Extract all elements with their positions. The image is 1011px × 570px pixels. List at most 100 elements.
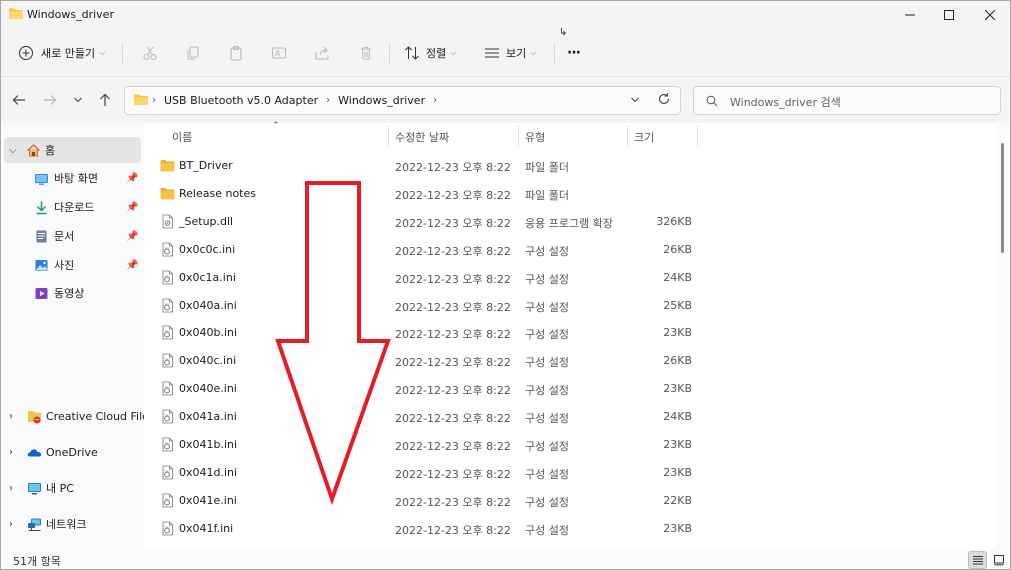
view-button[interactable]: 보기 ⌵ — [484, 41, 536, 65]
sidebar-item-videos[interactable]: 동영상 — [1, 280, 141, 306]
file-name: 0x040e.ini — [179, 382, 237, 396]
pin-icon[interactable]: 📌 — [126, 202, 138, 213]
share-button[interactable] — [314, 41, 330, 65]
chevron-right-icon[interactable]: › — [9, 447, 13, 458]
navigation-pane: ⌵ 홈 바탕 화면 📌 다운로드 📌 문서 📌 사진 📌 동영상 › Creat… — [1, 123, 155, 549]
pin-icon[interactable]: 📌 — [126, 231, 138, 242]
column-divider[interactable] — [627, 125, 628, 147]
pin-icon[interactable]: 📌 — [126, 173, 138, 184]
video-icon — [34, 286, 49, 301]
column-header-size[interactable]: 크기 — [634, 129, 654, 145]
file-name: 0x0c0c.ini — [179, 242, 236, 256]
file-row[interactable]: 0x041d.ini 2022-12-23 오후 8:22 구성 설정 23KB — [144, 459, 704, 487]
file-explorer-window: Windows_driver 새로 만들기 ⌵ A 정렬 ⌵ 보기 ⌵ ··· … — [0, 0, 1011, 570]
copy-button[interactable] — [185, 41, 201, 65]
breadcrumb-item[interactable]: Windows_driver — [338, 94, 425, 107]
forward-button[interactable] — [43, 93, 57, 111]
more-options-button[interactable]: ··· — [567, 41, 581, 65]
delete-button[interactable] — [358, 41, 374, 65]
sidebar-item-desktop[interactable]: 바탕 화면 📌 — [1, 165, 141, 191]
file-row[interactable]: 0x041a.ini 2022-12-23 오후 8:22 구성 설정 24KB — [144, 403, 704, 431]
file-row[interactable]: 0x041f.ini 2022-12-23 오후 8:22 구성 설정 23KB — [144, 515, 704, 543]
title-bar: Windows_driver — [1, 1, 1010, 29]
chevron-right-icon[interactable]: › — [9, 411, 13, 422]
folder-icon — [160, 158, 175, 173]
folder-icon — [134, 94, 148, 105]
file-row[interactable]: 0x041e.ini 2022-12-23 오후 8:22 구성 설정 22KB — [144, 487, 704, 515]
network-icon — [27, 517, 42, 532]
chevron-right-icon[interactable]: › — [9, 519, 13, 530]
file-name: 0x040a.ini — [179, 298, 237, 312]
vertical-scrollbar[interactable] — [996, 123, 1010, 549]
file-type: 구성 설정 — [525, 467, 569, 481]
creative-cloud-icon — [27, 409, 42, 424]
pin-icon[interactable]: 📌 — [126, 260, 138, 271]
mouse-cursor-icon: ↳ — [559, 27, 568, 38]
file-row[interactable]: 0x0c1a.ini 2022-12-23 오후 8:22 구성 설정 24KB — [144, 264, 704, 292]
search-box[interactable]: Windows_driver 검색 — [693, 86, 1001, 115]
minimize-button[interactable] — [888, 1, 932, 29]
recent-locations-button[interactable] — [72, 93, 84, 111]
file-type: 구성 설정 — [525, 412, 569, 426]
sidebar-item-pictures[interactable]: 사진 📌 — [1, 252, 141, 278]
sidebar-item-home[interactable]: ⌵ 홈 — [4, 137, 141, 163]
sort-button[interactable]: 정렬 ⌵ — [404, 41, 456, 65]
file-row[interactable]: 0x040b.ini 2022-12-23 오후 8:22 구성 설정 23KB — [144, 319, 704, 347]
file-size: 23KB — [663, 465, 692, 479]
up-button[interactable] — [98, 93, 112, 111]
ini-file-icon — [160, 298, 175, 313]
paste-button[interactable] — [228, 41, 244, 65]
file-date: 2022-12-23 오후 8:22 — [395, 188, 511, 202]
chevron-right-icon[interactable]: › — [152, 95, 156, 106]
column-divider[interactable] — [388, 125, 389, 147]
chevron-right-icon[interactable]: › — [9, 483, 13, 494]
chevron-down-icon — [631, 97, 639, 103]
column-header-type[interactable]: 유형 — [525, 129, 545, 145]
column-divider[interactable] — [518, 125, 519, 147]
chevron-right-icon[interactable]: › — [326, 95, 330, 106]
maximize-button[interactable] — [927, 1, 971, 29]
scrollbar-thumb[interactable] — [1001, 143, 1004, 253]
file-size: 24KB — [663, 270, 692, 284]
file-type: 구성 설정 — [525, 523, 569, 537]
rename-button[interactable]: A — [271, 41, 287, 65]
file-row[interactable]: Release notes 2022-12-23 오후 8:22 파일 폴더 — [144, 180, 704, 208]
sidebar-item-network[interactable]: › 네트워크 — [1, 511, 141, 537]
file-row[interactable]: 0x040e.ini 2022-12-23 오후 8:22 구성 설정 23KB — [144, 375, 704, 403]
file-name: 0x040c.ini — [179, 354, 237, 368]
chevron-down-icon[interactable]: ⌵ — [9, 145, 17, 156]
file-date: 2022-12-23 오후 8:22 — [395, 328, 511, 342]
close-button[interactable] — [968, 1, 1010, 29]
breadcrumb-item[interactable]: USB Bluetooth v5.0 Adapter — [164, 94, 318, 107]
file-row[interactable]: 0x041b.ini 2022-12-23 오후 8:22 구성 설정 23KB — [144, 431, 704, 459]
sidebar-item-creative-cloud[interactable]: › Creative Cloud Files — [1, 403, 155, 429]
column-divider[interactable] — [697, 125, 698, 147]
file-row[interactable]: _Setup.dll 2022-12-23 오후 8:22 응용 프로그램 확장 32… — [144, 208, 704, 236]
file-name: _Setup.dll — [179, 214, 234, 228]
cut-button[interactable] — [142, 41, 158, 65]
column-header-name[interactable]: 이름 — [172, 129, 192, 145]
file-date: 2022-12-23 오후 8:22 — [395, 467, 511, 481]
file-type: 구성 설정 — [525, 384, 569, 398]
details-view-button[interactable] — [968, 551, 987, 569]
file-row[interactable]: 0x0c0c.ini 2022-12-23 오후 8:22 구성 설정 26KB — [144, 236, 704, 264]
chevron-down-icon — [74, 97, 82, 103]
sidebar-item-this-pc[interactable]: › 내 PC — [1, 475, 141, 501]
sidebar-item-documents[interactable]: 문서 📌 — [1, 223, 141, 249]
sidebar-item-label: 바탕 화면 — [54, 172, 98, 185]
ini-file-icon — [160, 437, 175, 452]
file-row[interactable]: BT_Driver 2022-12-23 오후 8:22 파일 폴더 — [144, 152, 704, 180]
file-row[interactable]: 0x040c.ini 2022-12-23 오후 8:22 구성 설정 26KB — [144, 347, 704, 375]
sidebar-item-downloads[interactable]: 다운로드 📌 — [1, 194, 141, 220]
refresh-button[interactable] — [657, 92, 671, 110]
large-icons-view-button[interactable] — [989, 551, 1008, 569]
back-button[interactable] — [12, 93, 26, 111]
chevron-right-icon[interactable]: › — [433, 95, 437, 106]
column-header-date[interactable]: 수정한 날짜 — [395, 129, 449, 145]
sidebar-item-label: 다운로드 — [54, 201, 95, 214]
sidebar-item-onedrive[interactable]: › OneDrive — [1, 439, 141, 465]
file-row[interactable]: 0x040a.ini 2022-12-23 오후 8:22 구성 설정 25KB — [144, 292, 704, 320]
new-button[interactable]: 새로 만들기 ⌵ — [18, 41, 105, 65]
address-history-button[interactable] — [629, 93, 641, 110]
address-bar[interactable]: › USB Bluetooth v5.0 Adapter › Windows_d… — [124, 86, 681, 115]
